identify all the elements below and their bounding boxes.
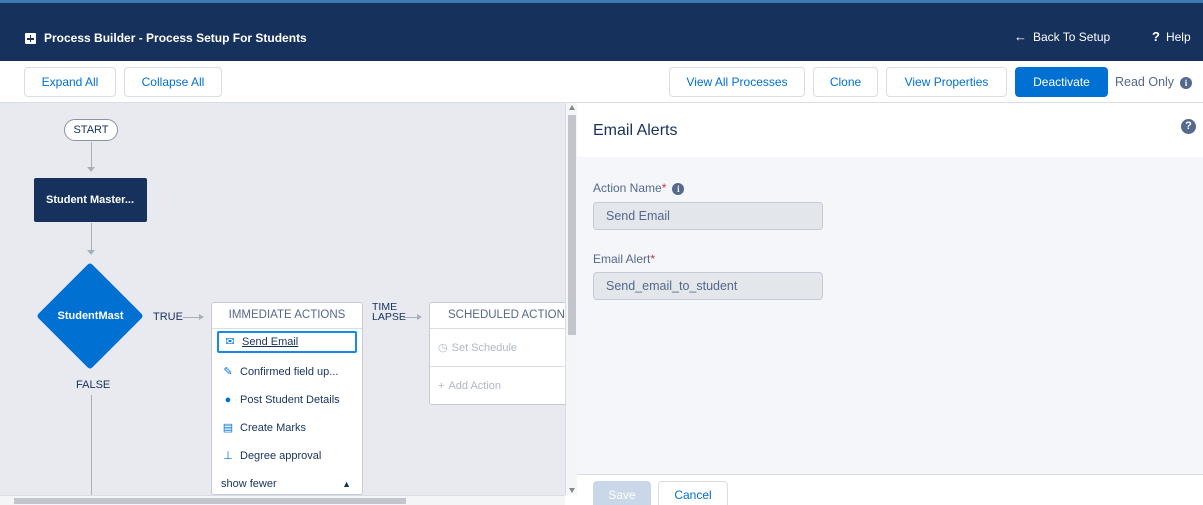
action-create-marks[interactable]: ▤ Create Marks [217, 417, 306, 439]
action-label: Post Student Details [240, 394, 340, 406]
action-post-student-details[interactable]: ● Post Student Details [217, 389, 340, 411]
action-label: Confirmed field up... [240, 366, 339, 378]
arrow-left-icon: ← [1014, 29, 1027, 44]
false-label: FALSE [76, 379, 111, 391]
set-schedule-link[interactable]: ◷ Set Schedule [438, 341, 517, 354]
toolbar: Expand All Collapse All View All Process… [0, 61, 1203, 103]
back-to-setup-link[interactable]: ← Back To Setup [1014, 29, 1110, 44]
arrow-right-icon [199, 314, 204, 320]
page-title: Process Builder - Process Setup For Stud… [44, 31, 307, 45]
pencil-icon: ✎ [223, 366, 233, 378]
question-icon: ? [1152, 29, 1160, 44]
immediate-actions-header: IMMEDIATE ACTIONS [212, 303, 362, 329]
show-fewer-label: show fewer [221, 478, 277, 490]
caret-up-icon: ▲ [342, 479, 351, 489]
action-label: Send Email [242, 336, 299, 348]
connector-line [91, 223, 92, 251]
scheduled-actions-header: SCHEDULED ACTIONS [430, 303, 565, 329]
help-question-icon[interactable]: ? [1181, 119, 1196, 134]
email-alert-label: Email Alert* [593, 252, 655, 266]
arrow-down-icon [87, 167, 95, 172]
info-icon[interactable]: i [672, 182, 685, 195]
add-action-label: Add Action [448, 380, 502, 392]
info-icon[interactable]: i [1180, 76, 1193, 89]
help-label: Help [1165, 30, 1191, 44]
time-lapse-label: TIME LAPSE [372, 302, 406, 323]
plus-icon: + [438, 380, 445, 392]
panel-header: Email Alerts ? [577, 103, 1203, 157]
action-name-label-text: Action Name [593, 181, 662, 195]
scroll-down-icon[interactable] [569, 488, 575, 493]
approval-icon: ⊥ [223, 450, 233, 462]
view-all-processes-button[interactable]: View All Processes [669, 67, 805, 97]
show-fewer-toggle[interactable]: show fewer ▲ [217, 473, 357, 495]
action-name-label: Action Name* i [593, 181, 685, 195]
chat-icon: ● [224, 394, 232, 406]
start-node: START [64, 119, 118, 141]
time-lapse-line-2: LAPSE [372, 311, 406, 323]
email-alert-input[interactable]: Send_email_to_student [593, 272, 823, 300]
panel-footer: Save Cancel [577, 474, 1203, 505]
process-canvas[interactable]: START Student Master... StudentMast TRUE… [0, 103, 565, 495]
required-marker: * [661, 181, 667, 195]
connector-line [91, 142, 92, 168]
action-confirmed-field-update[interactable]: ✎ Confirmed field up... [217, 361, 338, 383]
clone-button[interactable]: Clone [813, 67, 878, 97]
divider [430, 366, 565, 367]
true-label: TRUE [153, 311, 183, 323]
email-icon: ✉ [225, 336, 235, 348]
scrollbar-thumb[interactable] [14, 498, 406, 504]
app-header: Process Builder - Process Setup For Stud… [0, 0, 1203, 61]
cancel-button[interactable]: Cancel [658, 481, 728, 505]
process-builder-logo-icon [25, 33, 36, 44]
required-marker: * [650, 252, 656, 266]
action-send-email[interactable]: ✉ Send Email [217, 331, 357, 353]
view-properties-button[interactable]: View Properties [886, 67, 1007, 97]
deactivate-button[interactable]: Deactivate [1015, 67, 1108, 97]
connector-line [91, 395, 92, 495]
immediate-actions-panel: IMMEDIATE ACTIONS ✉ Send Email ✎ Confirmed… [211, 302, 363, 495]
arrow-down-icon [87, 250, 95, 255]
criteria-node[interactable]: StudentMast [36, 262, 144, 370]
add-action-link[interactable]: + Add Action [438, 380, 501, 392]
action-label: Degree approval [240, 450, 322, 462]
read-only-label: Read Only [1115, 75, 1175, 89]
panel-title: Email Alerts [593, 122, 678, 139]
back-to-setup-label: Back To Setup [1033, 30, 1111, 44]
help-link[interactable]: ? Help [1152, 29, 1191, 44]
canvas-horizontal-scrollbar[interactable] [0, 495, 565, 505]
arrow-right-icon [417, 314, 422, 320]
set-schedule-label: Set Schedule [451, 342, 518, 354]
clock-icon: ◷ [438, 342, 448, 354]
action-label: Create Marks [240, 422, 307, 434]
email-alert-label-text: Email Alert [593, 252, 651, 266]
properties-panel: Email Alerts ? Action Name* i Send Email … [577, 103, 1203, 505]
canvas-vertical-scrollbar[interactable] [565, 103, 577, 495]
object-node[interactable]: Student Master... [34, 178, 147, 222]
read-only-indicator: Read Only i [1115, 75, 1193, 89]
criteria-label: StudentMast [57, 310, 124, 322]
collapse-all-button[interactable]: Collapse All [124, 67, 222, 97]
action-name-input[interactable]: Send Email [593, 202, 823, 230]
save-button[interactable]: Save [593, 481, 651, 505]
record-icon: ▤ [222, 422, 234, 434]
scroll-up-icon[interactable] [569, 105, 575, 110]
scheduled-actions-panel: SCHEDULED ACTIONS ◷ Set Schedule + Add Act… [429, 302, 565, 405]
scrollbar-thumb[interactable] [568, 115, 576, 335]
action-degree-approval[interactable]: ⊥ Degree approval [217, 445, 321, 467]
expand-all-button[interactable]: Expand All [24, 67, 116, 97]
